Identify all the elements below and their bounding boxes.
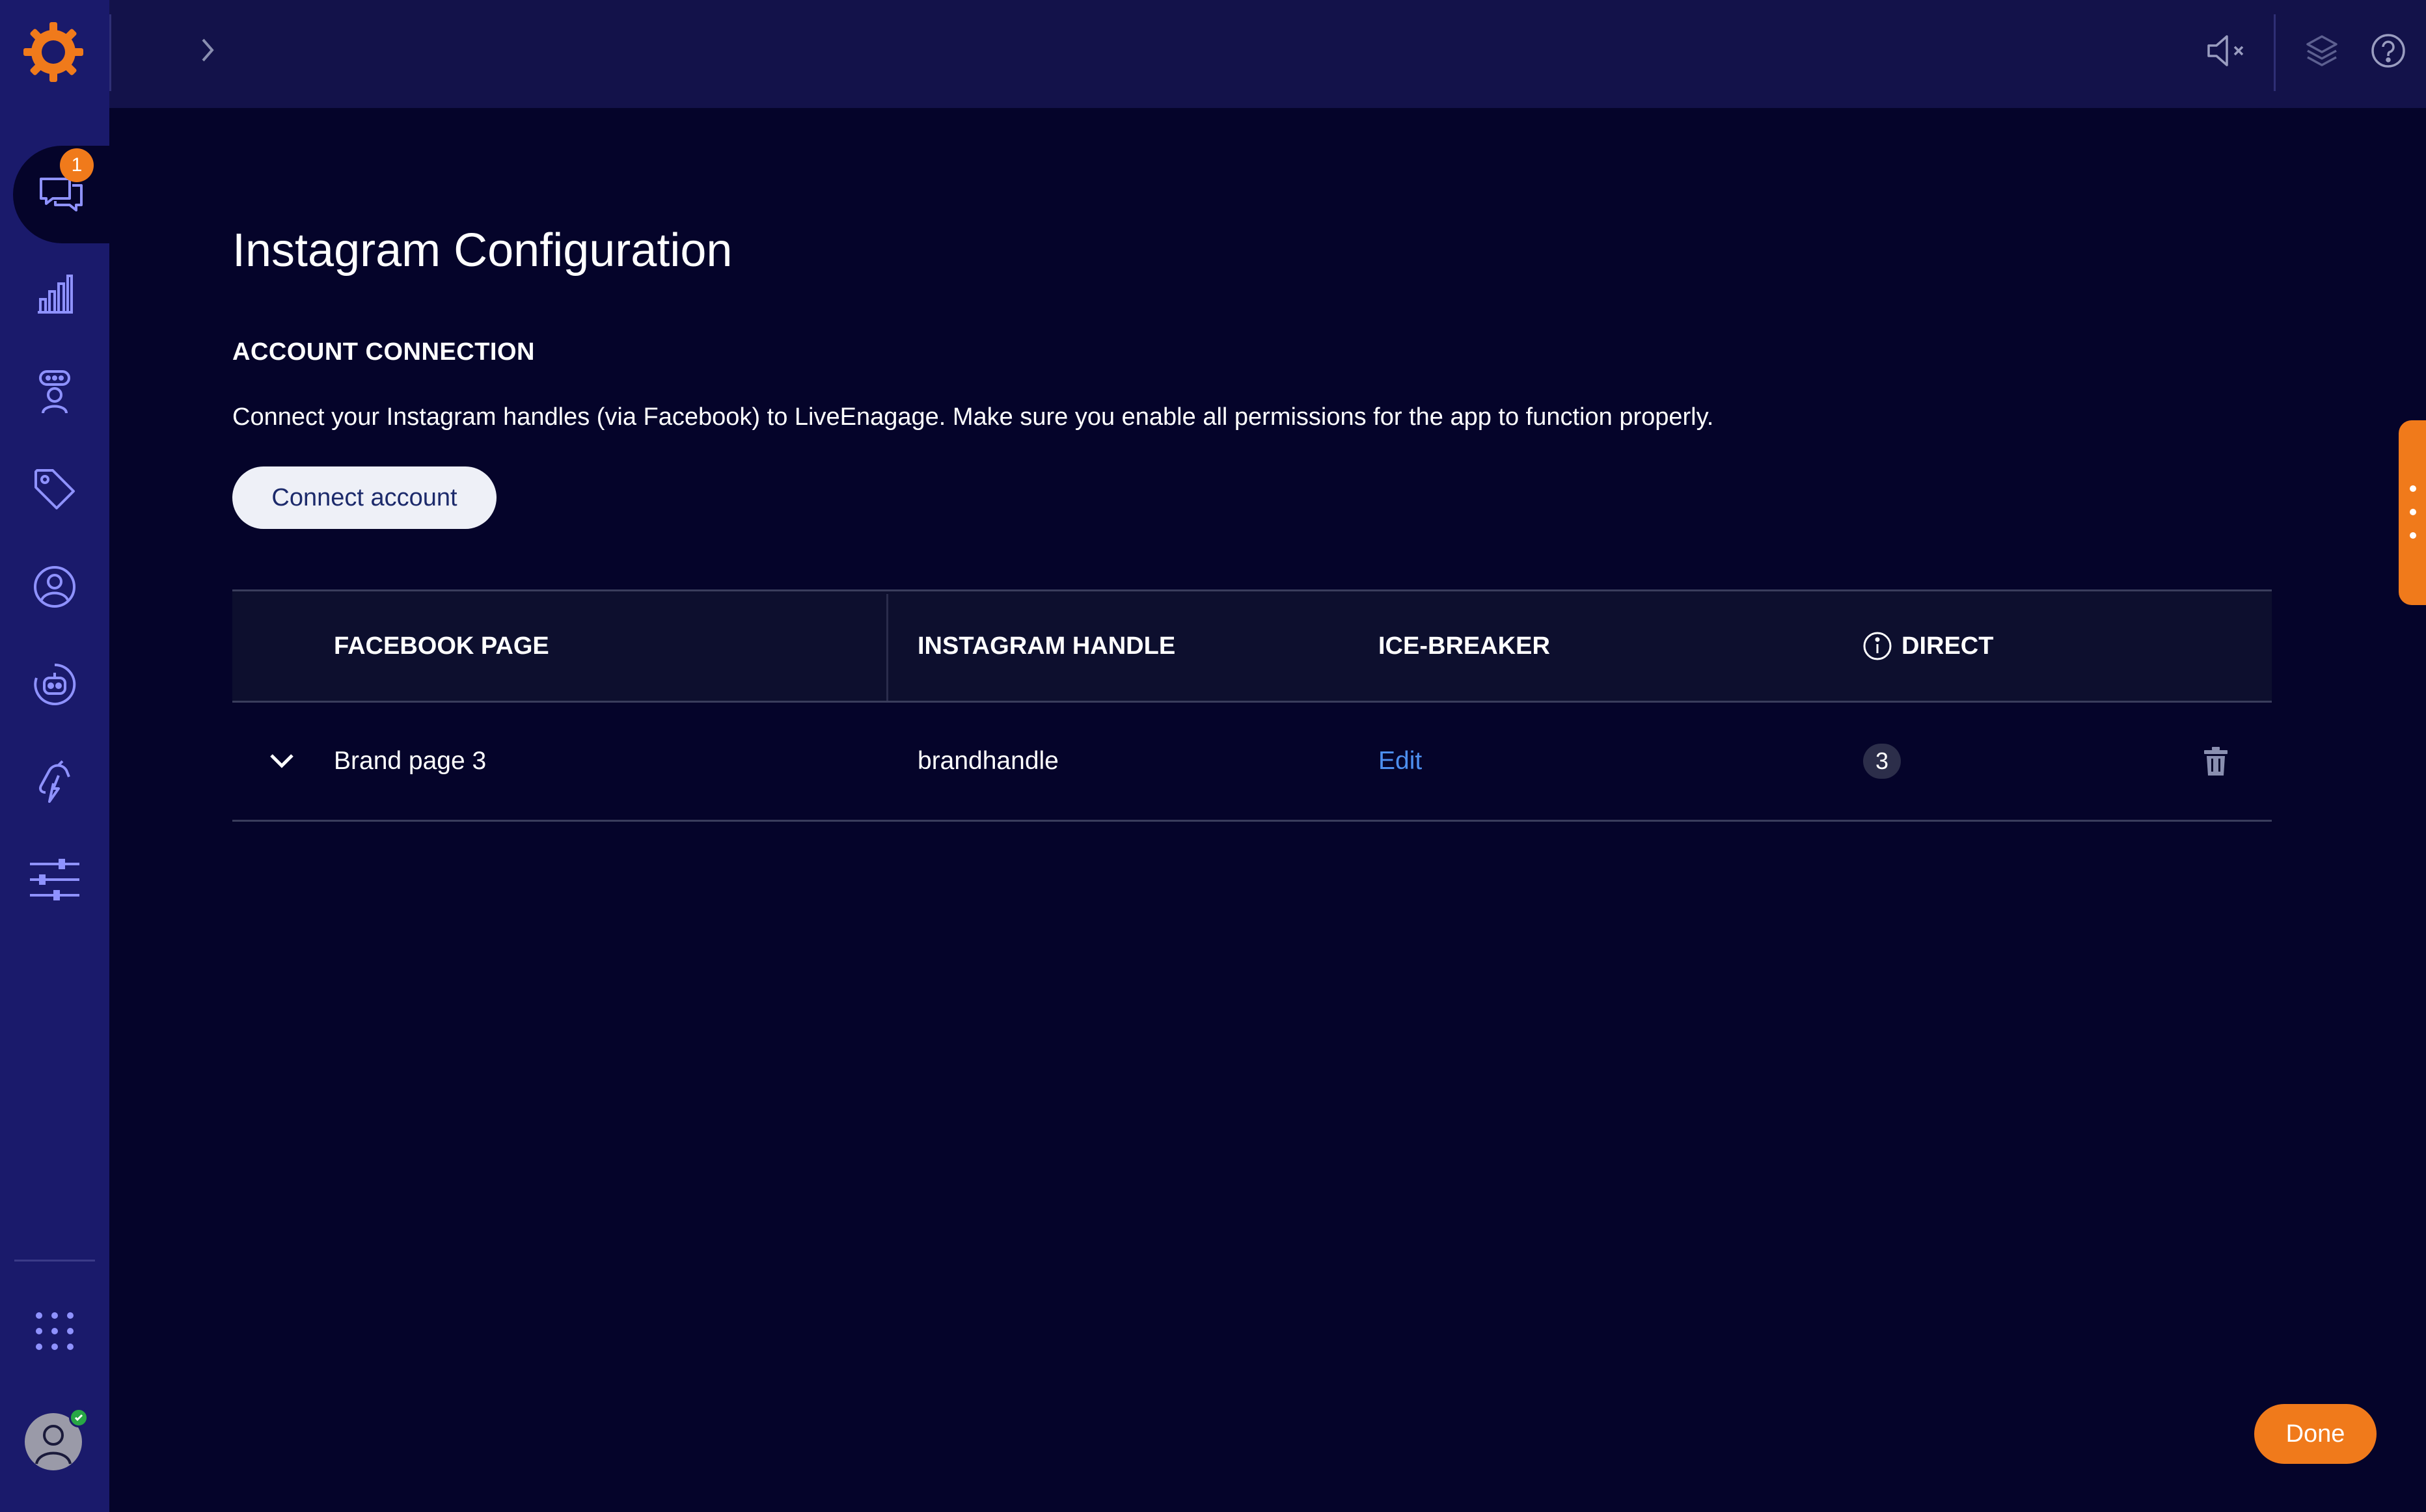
settings-sliders-icon	[30, 859, 79, 900]
help-icon	[2371, 34, 2405, 68]
sidebar-item-bots[interactable]	[21, 651, 89, 718]
column-header-instagram-handle: INSTAGRAM HANDLE	[918, 632, 1176, 660]
delete-row-button[interactable]	[2204, 703, 2228, 820]
sidebar-item-automation[interactable]	[21, 748, 89, 816]
expand-button[interactable]	[189, 27, 228, 73]
help-button[interactable]	[2365, 27, 2412, 74]
column-header-ice-breaker: ICE-BREAKER	[1378, 632, 1550, 660]
top-bar	[109, 0, 2426, 108]
direct-cell: 3	[1863, 703, 1901, 820]
info-icon[interactable]	[1862, 631, 1892, 661]
column-header-facebook-page: FACEBOOK PAGE	[334, 632, 549, 660]
automation-icon	[39, 760, 70, 803]
topbar-divider-right	[2274, 14, 2276, 91]
layers-icon	[2306, 35, 2337, 66]
agent-icon	[39, 370, 70, 414]
direct-count-badge: 3	[1863, 744, 1901, 779]
accounts-table: FACEBOOK PAGE INSTAGRAM HANDLE ICE-BREAK…	[232, 589, 2272, 822]
sidebar-item-settings[interactable]	[21, 846, 89, 913]
instagram-handle-cell: brandhandle	[918, 747, 1059, 775]
column-header-direct-label: DIRECT	[1901, 632, 1994, 660]
apps-grid-button[interactable]	[21, 1297, 89, 1365]
topbar-divider	[109, 14, 111, 91]
sidebar-item-tags[interactable]	[21, 455, 89, 523]
sidebar-item-analytics[interactable]	[21, 260, 89, 328]
dot-icon	[2410, 485, 2416, 492]
tag-icon	[34, 469, 75, 509]
notification-badge: 1	[60, 148, 94, 182]
facebook-page-cell: Brand page 3	[334, 747, 487, 775]
section-title: ACCOUNT CONNECTION	[232, 338, 535, 366]
section-description: Connect your Instagram handles (via Face…	[232, 403, 1714, 431]
sidebar-item-agents[interactable]	[21, 358, 89, 425]
table-header: FACEBOOK PAGE INSTAGRAM HANDLE ICE-BREAK…	[232, 589, 2272, 703]
connect-account-button[interactable]: Connect account	[232, 466, 497, 529]
sidebar: 1	[0, 0, 109, 1512]
sound-off-icon	[2207, 35, 2244, 66]
chevron-right-icon	[202, 38, 214, 62]
ice-breaker-edit-link[interactable]: Edit	[1378, 747, 1422, 776]
liveperson-logo[interactable]	[21, 20, 86, 85]
bot-icon	[34, 663, 76, 705]
table-row: Brand page 3 brandhandle Edit 3	[232, 703, 2272, 822]
dot-icon	[2410, 509, 2416, 515]
column-divider	[886, 594, 888, 701]
user-profile-icon	[34, 566, 75, 608]
mute-button[interactable]	[2203, 27, 2250, 74]
dot-icon	[2410, 532, 2416, 539]
sidebar-item-profile[interactable]	[21, 553, 89, 621]
online-status-icon	[69, 1408, 89, 1427]
page-title: Instagram Configuration	[232, 224, 733, 277]
analytics-icon	[38, 275, 73, 314]
expand-row-button[interactable]	[269, 703, 295, 820]
apps-grid-icon	[36, 1312, 74, 1350]
ice-breaker-cell: Edit	[1378, 703, 1422, 820]
done-button[interactable]: Done	[2254, 1404, 2377, 1464]
column-header-direct: DIRECT	[1862, 591, 1993, 701]
side-panel-toggle[interactable]	[2399, 420, 2426, 605]
trash-icon	[2204, 747, 2228, 776]
chevron-down-icon	[270, 754, 293, 768]
layers-button[interactable]	[2298, 27, 2345, 74]
sidebar-divider	[14, 1260, 95, 1262]
